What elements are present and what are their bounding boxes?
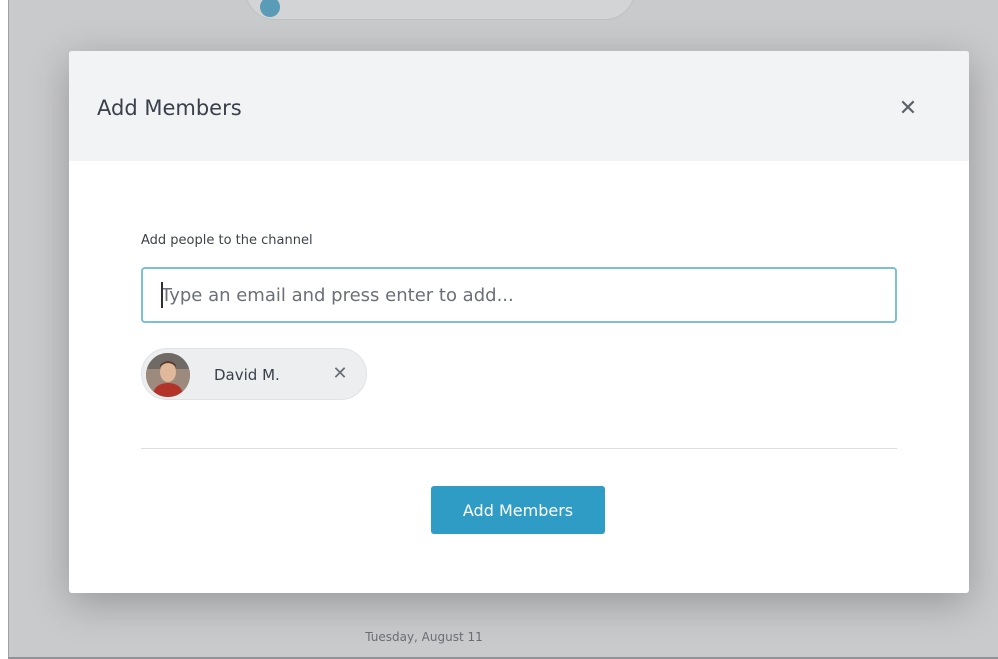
add-members-dialog: Add Members ✕ Add people to the channel … [69, 51, 969, 593]
member-chip: David M. ✕ [141, 348, 367, 400]
avatar [146, 353, 190, 397]
close-icon[interactable]: ✕ [897, 97, 919, 119]
dialog-title: Add Members [97, 96, 242, 120]
date-separator-label: Tuesday, August 11 [365, 630, 483, 644]
email-input[interactable] [141, 267, 897, 323]
member-chip-name: David M. [214, 366, 280, 384]
divider [141, 448, 897, 449]
dialog-header: Add Members ✕ [69, 51, 969, 161]
field-label: Add people to the channel [141, 233, 313, 248]
close-icon[interactable]: ✕ [330, 362, 350, 384]
background-icon [260, 0, 280, 17]
background-search-bar [245, 0, 635, 20]
add-members-button[interactable]: Add Members [431, 486, 605, 534]
text-caret [161, 282, 163, 308]
